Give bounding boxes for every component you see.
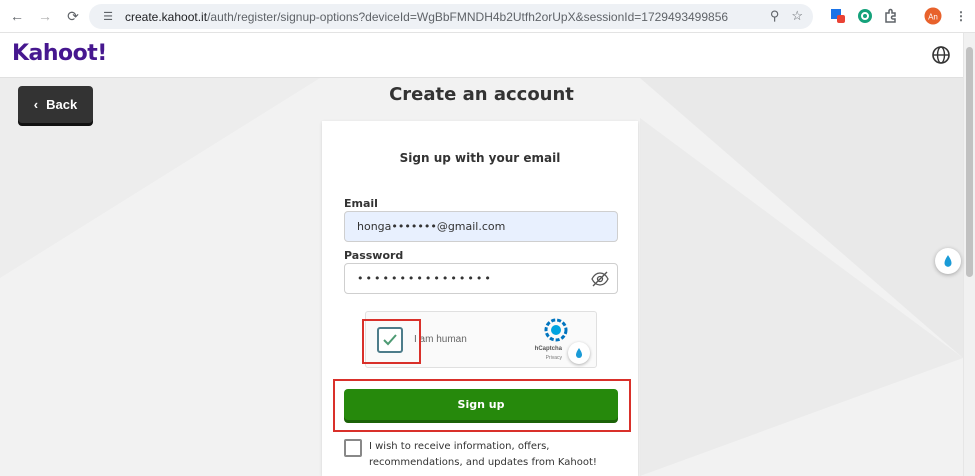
extension-icon[interactable] [829, 7, 847, 25]
page-scrollbar[interactable] [963, 33, 975, 476]
bookmark-star-icon[interactable]: ☆ [791, 8, 803, 24]
url-text: create.kahoot.it/auth/register/signup-op… [125, 10, 728, 24]
key-icon[interactable]: ⚲ [770, 8, 780, 24]
highlight-box-signup [333, 379, 631, 432]
hcaptcha-logo-icon [544, 318, 568, 342]
eye-slash-icon[interactable] [591, 270, 609, 288]
floating-droplet-icon[interactable] [935, 248, 961, 274]
address-bar[interactable]: ☰ create.kahoot.it/auth/register/signup-… [89, 4, 813, 29]
captcha-label: I am human [414, 334, 467, 345]
profile-initials: An [928, 13, 938, 22]
highlight-box-captcha [362, 319, 421, 364]
kahoot-logo[interactable]: Kahoot! [12, 41, 107, 66]
email-field[interactable]: honga•••••••@gmail.com [344, 211, 618, 242]
url-host: create.kahoot.it [125, 9, 208, 24]
grammarly-icon[interactable] [856, 7, 874, 25]
droplet-widget-icon[interactable] [568, 342, 590, 364]
page-title: Create an account [389, 84, 574, 105]
password-label: Password [344, 249, 404, 262]
scrollbar-thumb[interactable] [966, 47, 973, 277]
puzzle-extensions-icon[interactable] [882, 7, 900, 25]
globe-icon[interactable] [931, 45, 951, 65]
hcaptcha-brand: hCaptcha [534, 346, 562, 352]
marketing-optin-checkbox[interactable] [344, 439, 362, 457]
profile-avatar[interactable]: An [924, 7, 942, 25]
reload-icon[interactable]: ⟳ [62, 5, 84, 27]
marketing-optin-label: I wish to receive information, offers, r… [369, 441, 597, 468]
forward-arrow-icon[interactable]: → [34, 5, 56, 27]
back-arrow-icon[interactable]: ← [6, 5, 28, 27]
site-info-icon[interactable]: ☰ [99, 10, 117, 24]
browser-toolbar: ← → ⟳ ☰ create.kahoot.it/auth/register/s… [0, 0, 975, 33]
card-subtitle: Sign up with your email [399, 151, 561, 165]
password-field[interactable]: •••••••••••••••• [344, 263, 618, 294]
site-header: Kahoot! [0, 33, 963, 78]
hcaptcha-privacy-link[interactable]: Privacy [546, 355, 562, 361]
kebab-menu-icon[interactable]: ⋮ [952, 7, 970, 25]
password-value: •••••••••••••••• [357, 272, 493, 285]
signup-card: Sign up with your email Email honga•••••… [322, 121, 638, 476]
url-path: /auth/register/signup-options?deviceId=W… [207, 9, 729, 24]
email-label: Email [344, 197, 378, 210]
